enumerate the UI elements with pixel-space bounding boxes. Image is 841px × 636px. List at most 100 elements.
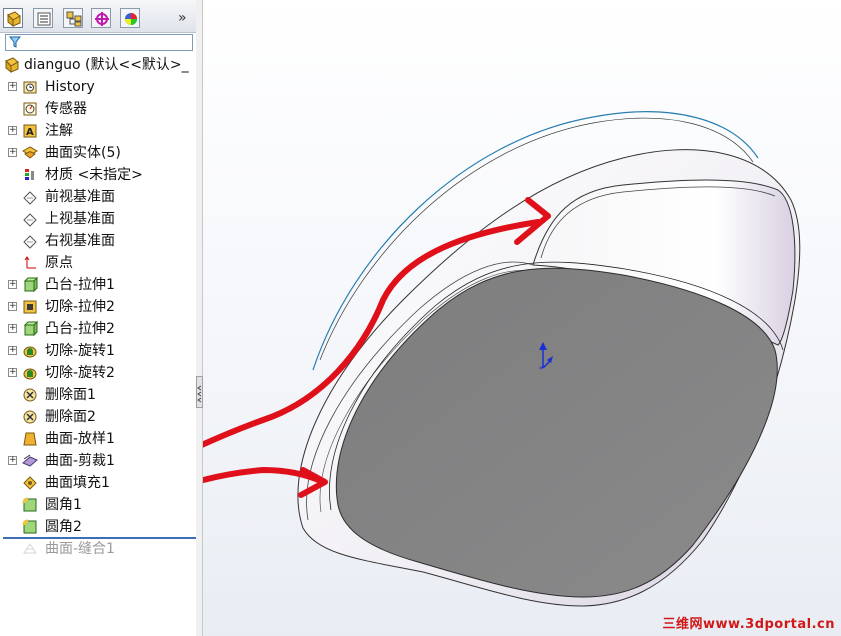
filter-icon	[9, 36, 21, 48]
tree-item[interactable]: + A 注解	[0, 120, 196, 142]
tree-item-label: 切除-旋转1	[45, 343, 115, 359]
tree-item-label: 曲面-剪裁1	[45, 453, 115, 469]
tree-item[interactable]: 圆角2	[0, 516, 196, 538]
propertymanager-icon	[37, 12, 51, 26]
tree-item[interactable]: 曲面-放样1	[0, 428, 196, 450]
tree-item-label: 凸台-拉伸1	[45, 277, 115, 293]
tree-item-label: 注解	[45, 123, 73, 139]
featuremanager-tab[interactable]	[3, 8, 23, 28]
tree-item[interactable]: 圆角1	[0, 494, 196, 516]
origin-icon	[24, 256, 36, 269]
tree-item[interactable]: 删除面2	[0, 406, 196, 428]
tree-item[interactable]: 上视基准面	[0, 208, 196, 230]
tree-item-label: 曲面填充1	[45, 475, 110, 491]
panel-splitter[interactable]	[196, 0, 203, 636]
sensor-icon	[23, 102, 37, 116]
tree-item-label: 切除-拉伸2	[45, 299, 115, 315]
feature-tree: dianguo (默认<<默认>_ + History 传感器 + A 注解 + 曲面实体(5…	[0, 54, 196, 560]
tree-item-label: 删除面1	[45, 387, 96, 403]
expand-icon[interactable]: +	[8, 302, 17, 311]
tree-item-label: 上视基准面	[45, 211, 115, 227]
display-manager-icon	[125, 13, 137, 25]
graphics-viewport[interactable]: * 三维网www.3dportal.cn	[203, 0, 841, 636]
tree-item-label: 传感器	[45, 101, 87, 117]
plane-icon	[23, 235, 37, 249]
tree-item-label: 凸台-拉伸2	[45, 321, 115, 337]
cut-revolve-icon	[23, 346, 37, 358]
expand-icon[interactable]: +	[8, 126, 17, 135]
tree-item[interactable]: + 凸台-拉伸1	[0, 274, 196, 296]
manager-tab-bar: »	[0, 0, 196, 33]
svg-text:A: A	[26, 127, 34, 138]
feature-manager-panel: » dianguo (默认<<默认>_ + History 传感器 + A 注解 + 曲面实体…	[0, 0, 197, 636]
boss-extrude-icon	[23, 277, 38, 293]
dimxpert-tab[interactable]	[91, 8, 111, 28]
tree-item[interactable]: 传感器	[0, 98, 196, 120]
tree-item[interactable]: 右视基准面	[0, 230, 196, 252]
svg-text:*: *	[539, 365, 543, 374]
history-icon	[23, 81, 37, 94]
surface-trim-icon	[22, 454, 38, 467]
tree-item[interactable]: + History	[0, 76, 196, 98]
expand-icon[interactable]: +	[8, 280, 17, 289]
display-manager-tab[interactable]	[120, 8, 140, 28]
tree-item-label: 曲面实体(5)	[45, 145, 121, 161]
tree-filter-box[interactable]	[5, 34, 193, 51]
featuremanager-icon	[7, 11, 21, 27]
model-view: *	[203, 111, 801, 607]
tree-item-label: 右视基准面	[45, 233, 115, 249]
configurationmanager-tab[interactable]	[63, 8, 83, 28]
more-tabs-chevron-icon[interactable]: »	[178, 10, 187, 26]
tree-item-label: 切除-旋转2	[45, 365, 115, 381]
expand-icon[interactable]: +	[8, 368, 17, 377]
tree-item[interactable]: + 切除-拉伸2	[0, 296, 196, 318]
expand-icon[interactable]: +	[8, 346, 17, 355]
watermark-text: 三维网www.3dportal.cn	[662, 617, 835, 632]
surface-fill-icon	[23, 476, 37, 490]
tree-item[interactable]: 曲面填充1	[0, 472, 196, 494]
plane-icon	[23, 191, 37, 205]
tree-item-label: 删除面2	[45, 409, 96, 425]
collapse-panel-handle[interactable]	[196, 376, 203, 408]
tree-item[interactable]: 材质 <未指定>	[0, 164, 196, 186]
configurationmanager-icon	[66, 11, 82, 27]
tree-item-label: 曲面-缝合1	[45, 541, 115, 557]
fillet-icon	[22, 497, 37, 512]
tree-item[interactable]: + 切除-旋转2	[0, 362, 196, 384]
tree-item-label: 材质 <未指定>	[45, 167, 143, 183]
material-icon	[25, 169, 34, 180]
surface-loft-icon	[23, 432, 37, 446]
tree-item[interactable]: 原点	[0, 252, 196, 274]
tree-item[interactable]: 曲面-缝合1	[0, 538, 196, 560]
collapse-arrows-icon	[197, 385, 202, 403]
tree-item[interactable]: 前视基准面	[0, 186, 196, 208]
boss-extrude-icon	[23, 321, 38, 337]
expand-icon[interactable]: +	[8, 82, 17, 91]
propertymanager-tab[interactable]	[33, 8, 53, 28]
tree-item[interactable]: + 曲面-剪裁1	[0, 450, 196, 472]
expand-icon[interactable]: +	[8, 148, 17, 157]
tree-item[interactable]: + 切除-旋转1	[0, 340, 196, 362]
tree-item[interactable]: 删除面1	[0, 384, 196, 406]
fillet-icon	[22, 519, 37, 534]
surface-bodies-icon	[22, 146, 38, 159]
expand-icon[interactable]: +	[8, 456, 17, 465]
tree-item[interactable]: + 凸台-拉伸2	[0, 318, 196, 340]
delete-face-icon	[23, 410, 37, 424]
tree-item[interactable]: + 曲面实体(5)	[0, 142, 196, 164]
tree-item-label: 原点	[45, 255, 73, 271]
tree-root-part[interactable]: dianguo (默认<<默认>_	[0, 54, 196, 76]
plane-icon	[23, 213, 37, 227]
dimxpert-icon	[95, 12, 109, 26]
cut-extrude-icon	[23, 300, 37, 314]
expand-icon[interactable]: +	[8, 324, 17, 333]
delete-face-icon	[23, 388, 37, 402]
rollback-bar[interactable]	[3, 537, 196, 539]
part-icon	[5, 57, 19, 73]
surface-knit-icon	[23, 543, 37, 554]
tree-item-label: 圆角2	[45, 519, 82, 535]
tree-item-label: History	[45, 79, 95, 95]
tree-item-label: 圆角1	[45, 497, 82, 513]
tree-root-label: dianguo (默认<<默认>_	[24, 57, 189, 73]
tree-item-label: 曲面-放样1	[45, 431, 115, 447]
